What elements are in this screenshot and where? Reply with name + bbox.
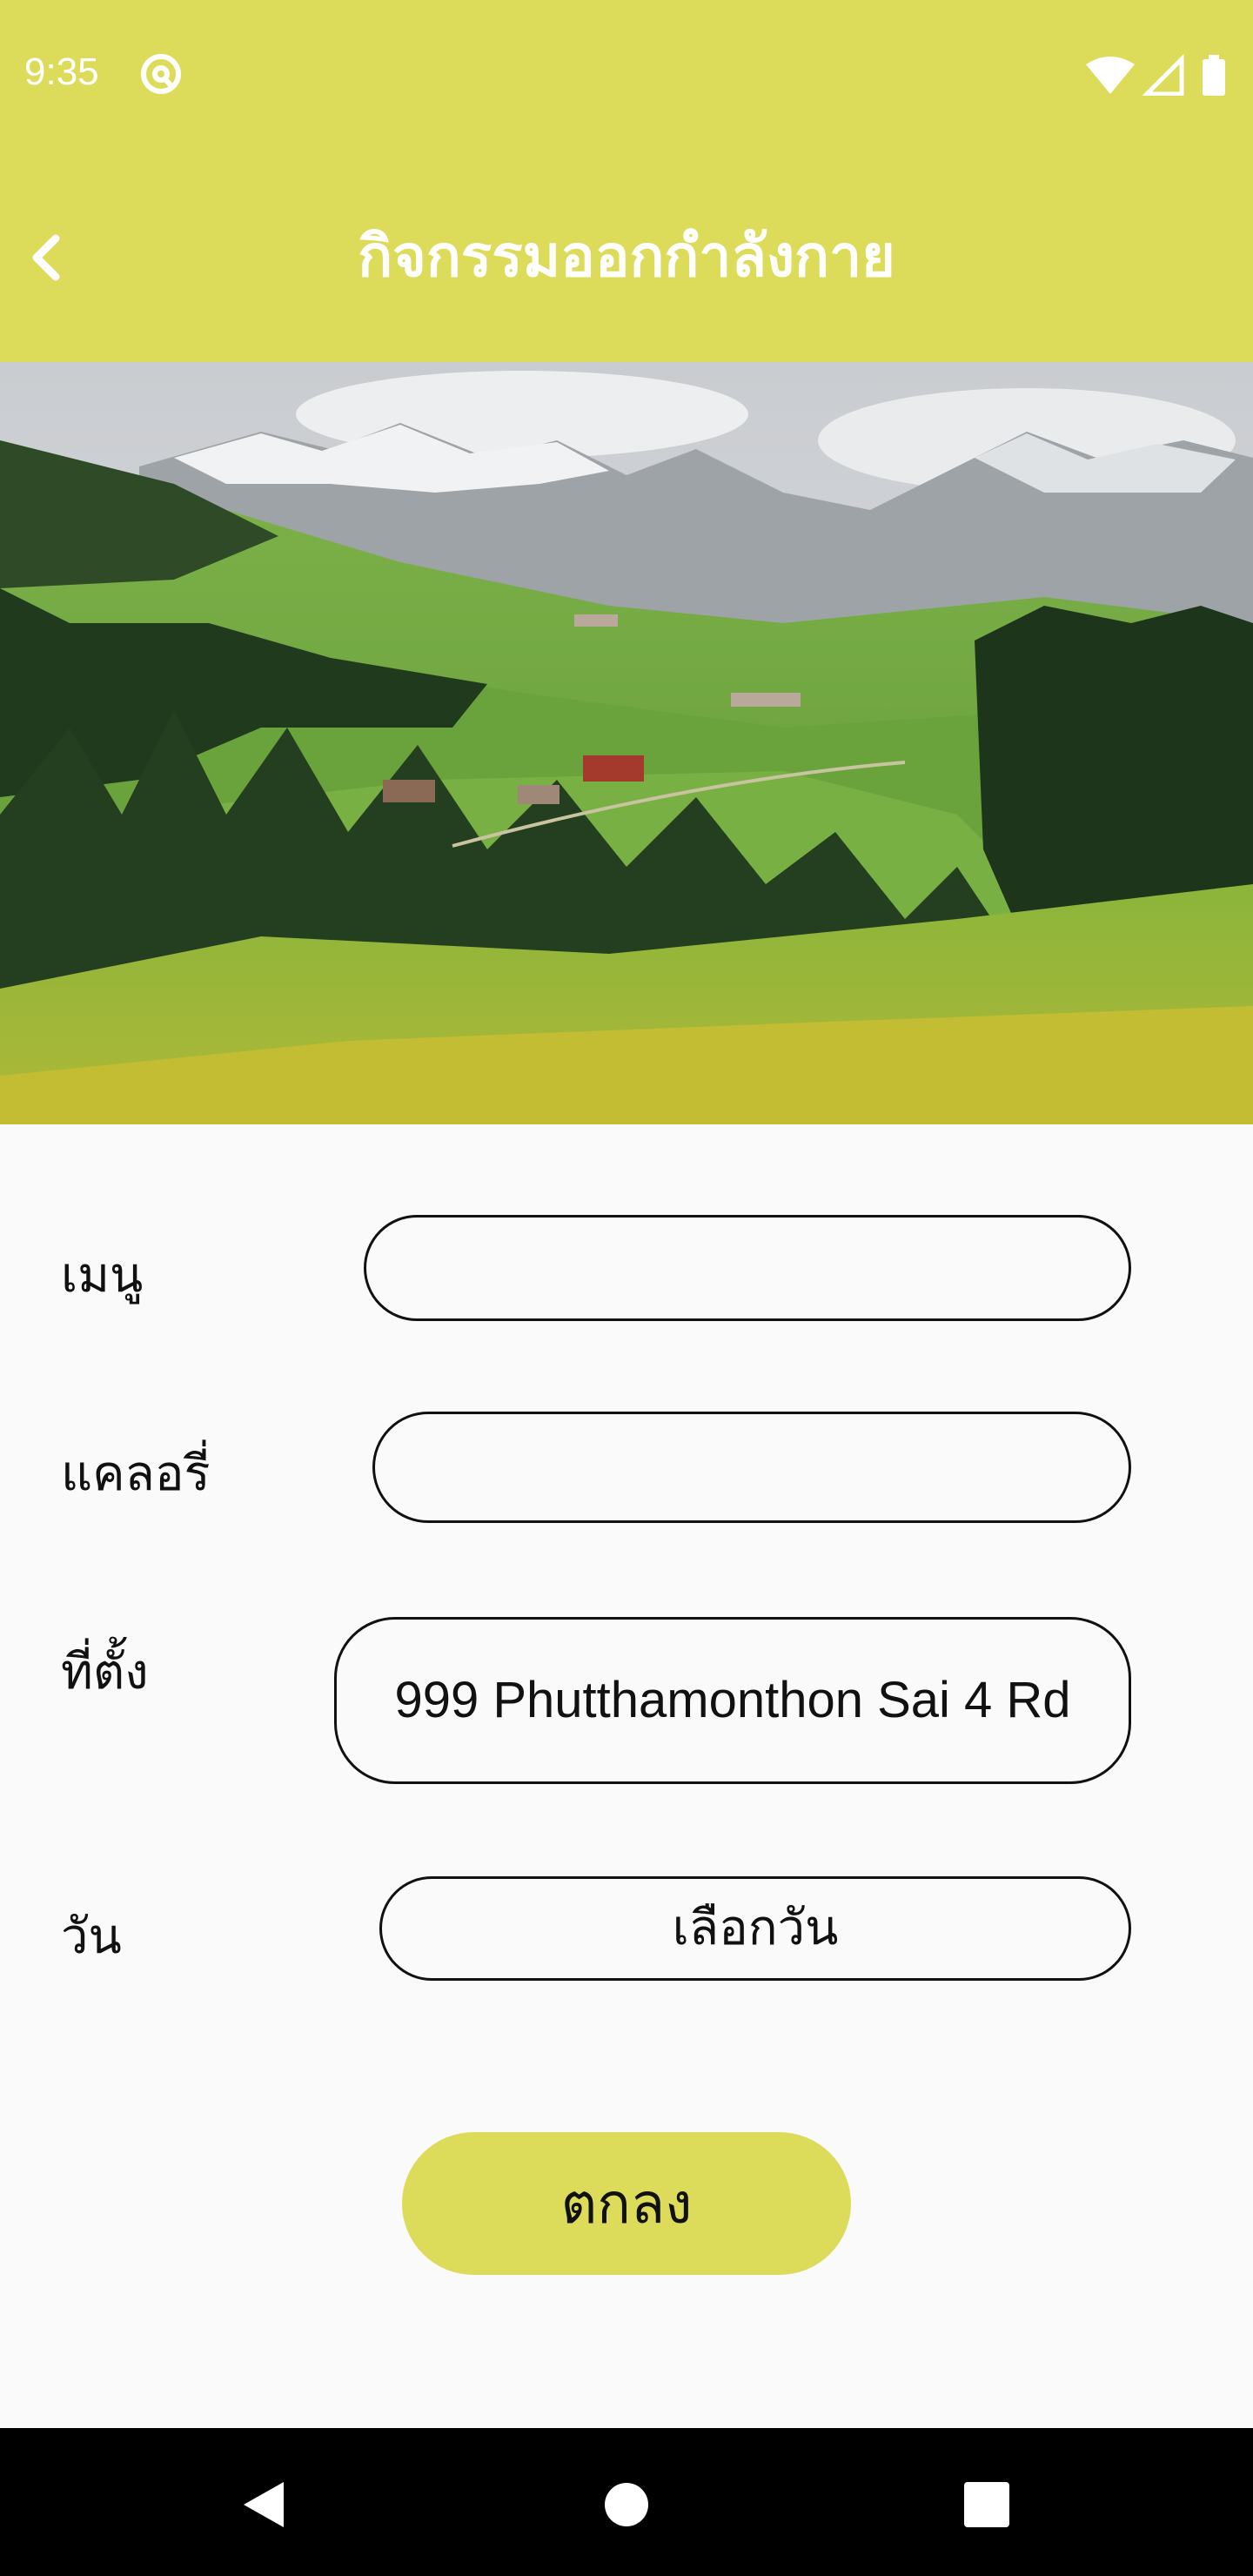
- app-bar: กิจกรรมออกกำลังกาย: [0, 153, 1253, 362]
- signal-icon: [1142, 54, 1184, 96]
- status-bar: 9:35: [0, 0, 1253, 153]
- calorie-input-field[interactable]: [372, 1412, 1131, 1523]
- system-nav-bar: [0, 2428, 1253, 2576]
- date-picker-value: เลือกวัน: [672, 1900, 839, 1956]
- calorie-label: แคลอรี่: [61, 1446, 211, 1502]
- page-title: กิจกรรมออกกำลังกาย: [358, 223, 895, 290]
- home-icon[interactable]: [595, 2473, 658, 2536]
- menu-input[interactable]: [366, 1217, 1129, 1319]
- date-label: วัน: [61, 1909, 122, 1965]
- calorie-input[interactable]: [375, 1413, 1129, 1521]
- battery-icon: [1203, 59, 1225, 96]
- location-label: ที่ตั้ง: [61, 1644, 149, 1701]
- status-icons: [1086, 54, 1225, 96]
- recents-icon[interactable]: [955, 2473, 1018, 2536]
- submit-button[interactable]: ตกลง: [402, 2132, 851, 2275]
- location-value: 999 Phutthamonthon Sai 4 Rd: [394, 1671, 1071, 1728]
- hero-landscape-image: [0, 362, 1253, 1124]
- status-time: 9:35: [24, 50, 99, 93]
- at-sign-icon: [141, 54, 181, 94]
- submit-button-label: ตกลง: [560, 2172, 693, 2237]
- menu-input-field[interactable]: [364, 1215, 1131, 1321]
- date-picker-field[interactable]: เลือกวัน: [379, 1876, 1131, 1981]
- wifi-icon: [1086, 57, 1135, 94]
- back-icon[interactable]: [233, 2473, 296, 2536]
- location-field[interactable]: 999 Phutthamonthon Sai 4 Rd: [334, 1617, 1131, 1784]
- menu-label: เมนู: [61, 1247, 144, 1304]
